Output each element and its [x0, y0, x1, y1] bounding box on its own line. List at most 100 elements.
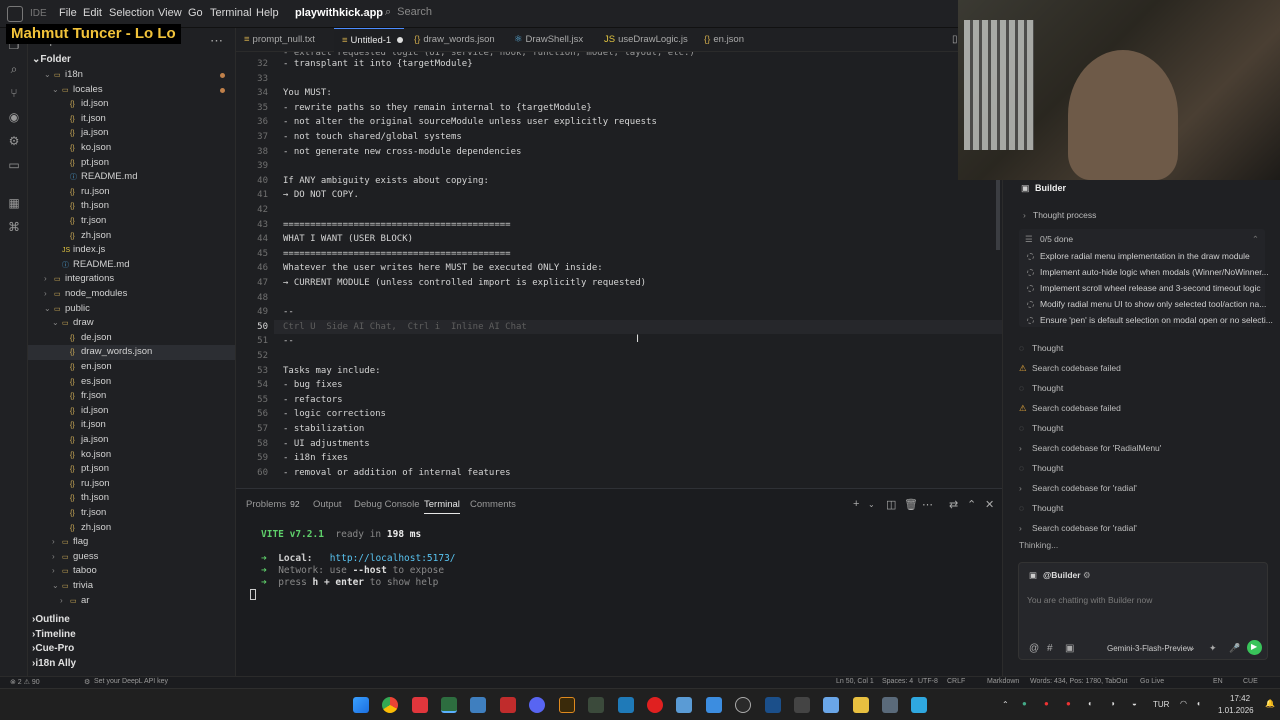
tree-item[interactable]: ⓘ README.md — [28, 170, 235, 185]
tree-item[interactable]: {} it.json — [28, 418, 235, 433]
tree-item[interactable]: › ▭ taboo — [28, 564, 235, 579]
agent-step[interactable]: ◌ Thought — [1019, 343, 1063, 353]
image-icon[interactable]: ▣ — [1065, 643, 1074, 654]
tray-overflow-icon[interactable]: ⌃ — [1002, 700, 1009, 709]
tab-untitled-1[interactable]: ≡ Untitled-1 — [334, 28, 404, 52]
section-outline[interactable]: ›Outline — [28, 613, 235, 628]
tab-en-json[interactable]: {} en.json — [696, 28, 766, 52]
tree-item[interactable]: ⌄ ▭ draw — [28, 316, 235, 331]
tree-item[interactable]: JS index.js — [28, 243, 235, 258]
tree-item[interactable]: {} en.json — [28, 360, 235, 375]
tree-item[interactable]: {} ja.json — [28, 126, 235, 141]
deepl-status[interactable]: Set your DeepL API key — [94, 678, 168, 685]
chevron-down-icon[interactable]: ⌄ — [868, 500, 875, 509]
hash-icon[interactable]: # — [1047, 643, 1053, 654]
tree-item[interactable]: {} tr.json — [28, 506, 235, 521]
code-editor[interactable]: - extract requested logic (UI, service, … — [236, 52, 1002, 488]
cue-status[interactable]: CUE — [1243, 678, 1258, 685]
tab-draw-words-json[interactable]: {} draw_words.json — [406, 28, 504, 52]
editor-scrollbar[interactable] — [996, 180, 1000, 250]
notification-icon[interactable]: 🔔 — [1265, 699, 1275, 708]
command-search[interactable]: ⌕ Search — [385, 6, 685, 22]
tree-item[interactable]: {} pt.json — [28, 462, 235, 477]
split-terminal-icon[interactable]: ◫ — [886, 498, 896, 511]
filezilla-icon[interactable] — [500, 697, 516, 713]
app-icon-2[interactable] — [618, 697, 634, 713]
menu-go[interactable]: Go — [188, 7, 203, 19]
tree-item[interactable]: › ▭ ar — [28, 594, 235, 609]
tray-icon-3[interactable]: ● — [1066, 699, 1071, 708]
tree-item[interactable]: › ▭ node_modules — [28, 287, 235, 302]
close-icon[interactable]: ✕ — [985, 498, 994, 511]
tray-icon-5[interactable]: ◑ — [1110, 699, 1115, 708]
discord-icon[interactable] — [529, 697, 545, 713]
obs-icon[interactable] — [735, 697, 751, 713]
panel-tab-debug-console[interactable]: Debug Console — [354, 499, 420, 510]
chat-input-box[interactable]: ▣ @Builder ⚙ You are chatting with Build… — [1018, 562, 1268, 660]
send-button[interactable]: ▶ — [1247, 640, 1262, 655]
tab-drawshell-jsx[interactable]: ⚛ DrawShell.jsx — [506, 28, 594, 52]
folder-icon[interactable] — [853, 697, 869, 713]
trash-icon[interactable]: 🗑 — [904, 498, 918, 511]
vpn-icon[interactable] — [706, 697, 722, 713]
language-mode[interactable]: Markdown — [987, 678, 1019, 685]
panel-tab-output[interactable]: Output — [313, 499, 342, 510]
edge-icon[interactable] — [911, 697, 927, 713]
sparkle-icon[interactable]: ✦ — [1209, 643, 1217, 654]
illustrator-icon[interactable] — [559, 697, 575, 713]
tree-item[interactable]: {} de.json — [28, 331, 235, 346]
tree-item[interactable]: › ▭ integrations — [28, 272, 235, 287]
tree-item[interactable]: ⓘ README.md — [28, 258, 235, 273]
tree-item[interactable]: › ▭ flag — [28, 535, 235, 550]
tree-item[interactable]: {} it.json — [28, 112, 235, 127]
chevron-down-icon[interactable]: ⌄ — [1189, 643, 1196, 652]
chat-agent-mention[interactable]: @Builder — [1043, 570, 1081, 580]
photos-icon[interactable] — [676, 697, 692, 713]
remote-icon[interactable]: ▭ — [7, 158, 21, 172]
tray-icon-2[interactable]: ● — [1044, 699, 1049, 708]
collapse-icon[interactable]: ⌃ — [1252, 234, 1259, 245]
tool-icon[interactable] — [794, 697, 810, 713]
tree-item[interactable]: {} pt.json — [28, 156, 235, 171]
git-icon[interactable] — [470, 697, 486, 713]
extensions-icon[interactable]: ▦ — [7, 196, 21, 210]
menu-file[interactable]: File — [59, 7, 77, 19]
source-control-icon[interactable]: ⑂ — [7, 86, 21, 100]
menu-help[interactable]: Help — [256, 7, 279, 19]
translate-icon[interactable]: ⌘ — [7, 220, 21, 234]
tab-usedrawlogic-js[interactable]: JS useDrawLogic.js — [596, 28, 694, 52]
agent-step[interactable]: ◌ Thought — [1019, 383, 1063, 393]
agent-step[interactable]: ◌ Thought — [1019, 423, 1063, 433]
tree-item[interactable]: {} th.json — [28, 491, 235, 506]
extensions-gear-icon[interactable]: ⚙ — [7, 134, 21, 148]
cursor-position[interactable]: Ln 50, Col 1 — [836, 678, 874, 685]
more-actions-icon[interactable]: ⋯ — [922, 498, 933, 511]
agent-step[interactable]: › Search codebase for 'radial' — [1019, 523, 1137, 533]
record-icon[interactable] — [647, 697, 663, 713]
tree-item[interactable]: ⌄ ▭ locales — [28, 83, 235, 98]
tree-item[interactable]: ⌄ ▭ trivia — [28, 579, 235, 594]
language-indicator[interactable]: EN — [1213, 678, 1223, 685]
tree-item[interactable]: ⌄ ▭ i18n — [28, 68, 235, 83]
tree-item[interactable]: {} tr.json — [28, 214, 235, 229]
tree-item[interactable]: {} zh.json — [28, 521, 235, 536]
agent-step[interactable]: › Search codebase for 'RadialMenu' — [1019, 443, 1161, 453]
section-timeline[interactable]: ›Timeline — [28, 628, 235, 643]
agent-step[interactable]: ⚠ Search codebase failed — [1019, 363, 1121, 374]
mention-icon[interactable]: @ — [1029, 643, 1039, 654]
clock-time[interactable]: 17:42 — [1230, 694, 1250, 703]
tree-item[interactable]: {} draw_words.json — [28, 345, 235, 360]
tray-icon-4[interactable]: ◐ — [1088, 699, 1093, 708]
agent-step[interactable]: › Search codebase for 'radial' — [1019, 483, 1137, 493]
model-selector[interactable]: Gemini-3-Flash-Preview — [1107, 644, 1193, 653]
panel-tab-comments[interactable]: Comments — [470, 499, 516, 510]
panel-tab-problems[interactable]: Problems 92 — [246, 499, 300, 510]
section-i18n-ally[interactable]: ›i18n Ally — [28, 657, 235, 672]
go-live-button[interactable]: Go Live — [1140, 678, 1164, 685]
tree-item[interactable]: {} ru.json — [28, 185, 235, 200]
panel-tab-terminal[interactable]: Terminal — [424, 499, 460, 514]
notepad-icon[interactable] — [823, 697, 839, 713]
maximize-panel-icon[interactable]: ⌃ — [967, 498, 976, 511]
layout-icon[interactable]: ⇄ — [949, 498, 958, 511]
tray-icon-1[interactable]: ● — [1022, 699, 1027, 708]
